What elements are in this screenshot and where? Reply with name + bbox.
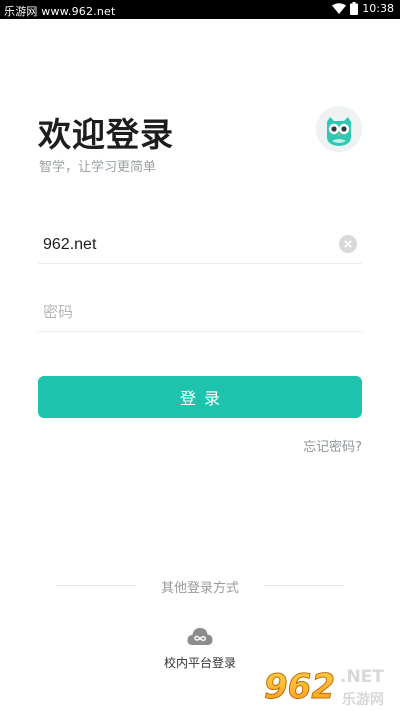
other-login-label: 其他登录方式 xyxy=(160,581,239,596)
campus-login-button[interactable]: 校内平台登录 xyxy=(150,626,250,671)
status-time: 10:38 xyxy=(362,2,394,15)
cloud-link-icon xyxy=(187,628,213,645)
forgot-password-link[interactable]: 忘记密码? xyxy=(303,436,362,455)
svg-text:.NET: .NET xyxy=(340,667,384,687)
battery-icon xyxy=(350,2,359,15)
wifi-icon xyxy=(332,3,347,14)
other-login-divider: 其他登录方式 xyxy=(56,577,344,596)
campus-login-label: 校内平台登录 xyxy=(163,656,236,670)
status-bar: 乐游网 www.962.net 10:38 xyxy=(0,0,400,19)
owl-icon xyxy=(316,106,362,152)
page-title: 欢迎登录 xyxy=(38,115,174,154)
login-button[interactable]: 登录 xyxy=(38,376,362,418)
password-input[interactable] xyxy=(38,296,318,330)
username-input[interactable] xyxy=(38,228,318,262)
page-subtitle: 智学，让学习更简单 xyxy=(39,160,157,175)
watermark-logo: 962 .NET 乐游网 xyxy=(262,660,400,711)
status-source-text: 乐游网 www.962.net xyxy=(4,5,116,18)
username-field xyxy=(38,228,362,264)
svg-text:962: 962 xyxy=(264,667,335,707)
divider-line-right xyxy=(264,585,344,586)
clear-icon[interactable] xyxy=(339,235,357,253)
svg-text:乐游网: 乐游网 xyxy=(342,691,384,708)
password-field xyxy=(38,296,362,332)
status-right-group: 10:38 xyxy=(332,2,394,15)
